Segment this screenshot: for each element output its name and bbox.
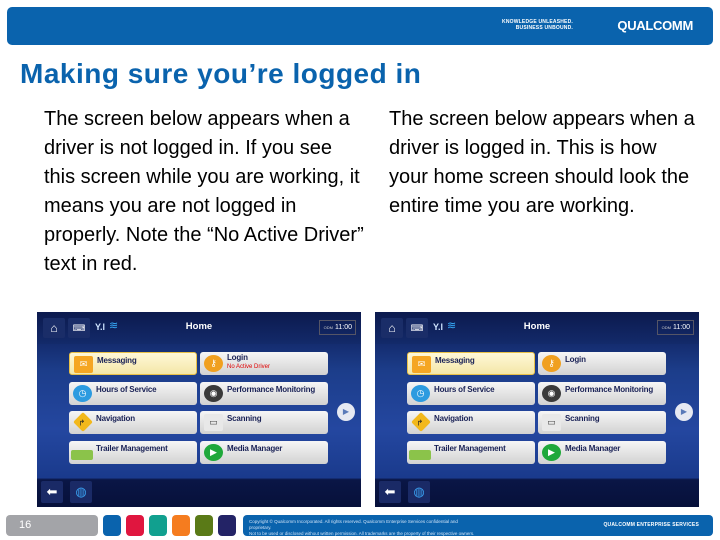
- tile-hours-of-service[interactable]: ◷ Hours of Service: [407, 382, 535, 405]
- tile-login[interactable]: ⚷ Login: [538, 352, 666, 375]
- clock-icon: ◷: [73, 385, 92, 402]
- clock-icon: ◷: [411, 385, 430, 402]
- clock: ODM 11:00: [319, 320, 356, 335]
- screen-title: Home: [523, 321, 551, 332]
- envelope-icon: ✉: [74, 356, 93, 373]
- tile-label: Navigation: [434, 414, 473, 423]
- bottom-bar: ⬅ ◍: [375, 475, 699, 507]
- tile-label: Media Manager: [227, 444, 283, 453]
- no-active-driver-status: No Active Driver: [227, 364, 271, 370]
- tile-hours-of-service[interactable]: ◷ Hours of Service: [69, 382, 197, 405]
- tile-trailer-management[interactable]: Trailer Management: [407, 441, 535, 464]
- tile-label: Navigation: [96, 414, 135, 423]
- qualcomm-logo: QUALCOMM: [617, 18, 693, 33]
- home-screen-logged-in: ⌂ ⌨ Y.l ≋ Home ODM 11:00 ✉ Messaging ⚷ Lo…: [375, 312, 699, 507]
- gauge-icon: ◉: [542, 385, 561, 402]
- tile-label: Scanning: [227, 414, 262, 423]
- color-swatch: [218, 515, 236, 536]
- copyright-line-2: Not to be used or disclosed without writ…: [249, 531, 475, 536]
- tile-label: Hours of Service: [96, 385, 157, 394]
- screen-title: Home: [185, 321, 213, 332]
- tile-scanning[interactable]: ▭ Scanning: [538, 411, 666, 434]
- trailer-icon: [409, 450, 431, 460]
- tile-navigation[interactable]: ↱ Navigation: [69, 411, 197, 434]
- next-page-icon[interactable]: ▶: [675, 403, 693, 421]
- clock-time: 11:00: [673, 324, 690, 331]
- clock-prefix: ODM: [323, 325, 333, 330]
- tile-media-manager[interactable]: ▶ Media Manager: [538, 441, 666, 464]
- envelope-icon: ✉: [412, 356, 431, 373]
- globe-icon[interactable]: ◍: [408, 481, 430, 503]
- tile-label: Performance Monitoring: [565, 385, 654, 394]
- status-bar: ⌂ ⌨ Y.l ≋ Home ODM 11:00: [375, 312, 699, 344]
- tile-messaging[interactable]: ✉ Messaging: [407, 352, 535, 375]
- color-swatch: [195, 515, 213, 536]
- color-swatch: [126, 515, 144, 536]
- clock-prefix: ODM: [661, 325, 671, 330]
- color-swatch: [149, 515, 167, 536]
- next-page-icon[interactable]: ▶: [337, 403, 355, 421]
- bottom-bar: ⬅ ◍: [37, 475, 361, 507]
- footer-brand: QUALCOMM ENTERPRISE SERVICES: [603, 522, 699, 528]
- tagline-line-2: BUSINESS UNBOUND.: [515, 25, 573, 31]
- page-number: 16: [6, 515, 98, 536]
- copyright-notice: Copyright © Qualcomm Incorporated. All r…: [249, 519, 479, 537]
- tile-scanning[interactable]: ▭ Scanning: [200, 411, 328, 434]
- tile-label: Login: [565, 355, 586, 364]
- trailer-icon: [71, 450, 93, 460]
- navigation-sign-icon: ↱: [73, 412, 93, 432]
- key-icon: ⚷: [204, 355, 223, 372]
- left-description: The screen below appears when a driver i…: [44, 108, 364, 275]
- tile-label: Performance Monitoring: [227, 385, 316, 394]
- copyright-line-1: Copyright © Qualcomm Incorporated. All r…: [249, 519, 458, 530]
- footer-bar: Copyright © Qualcomm Incorporated. All r…: [243, 515, 713, 536]
- tile-media-manager[interactable]: ▶ Media Manager: [200, 441, 328, 464]
- color-swatch: [172, 515, 190, 536]
- key-icon: ⚷: [542, 355, 561, 372]
- globe-icon[interactable]: ◍: [70, 481, 92, 503]
- clock: ODM 11:00: [657, 320, 694, 335]
- tile-label: Hours of Service: [434, 385, 495, 394]
- tile-navigation[interactable]: ↱ Navigation: [407, 411, 535, 434]
- status-bar: ⌂ ⌨ Y.l ≋ Home ODM 11:00: [37, 312, 361, 344]
- play-icon: ▶: [542, 444, 561, 461]
- tile-label: Messaging: [435, 356, 475, 365]
- color-swatch: [103, 515, 121, 536]
- home-screen-not-logged-in: ⌂ ⌨ Y.l ≋ Home ODM 11:00 ✉ Messaging ⚷ Lo…: [37, 312, 361, 507]
- tile-performance-monitoring[interactable]: ◉ Performance Monitoring: [538, 382, 666, 405]
- tile-label: Messaging: [97, 356, 137, 365]
- tile-label: Scanning: [565, 414, 600, 423]
- right-description: The screen below appears when a driver i…: [389, 108, 695, 217]
- tagline: KNOWLEDGE UNLEASHED. BUSINESS UNBOUND.: [502, 19, 573, 31]
- tile-trailer-management[interactable]: Trailer Management: [69, 441, 197, 464]
- printer-icon: ▭: [204, 414, 223, 431]
- play-icon: ▶: [204, 444, 223, 461]
- tile-label: Media Manager: [565, 444, 621, 453]
- tile-label: Trailer Management: [96, 444, 168, 453]
- back-arrow-icon[interactable]: ⬅: [379, 481, 401, 503]
- clock-time: 11:00: [335, 324, 352, 331]
- gauge-icon: ◉: [204, 385, 223, 402]
- tile-label: Login: [227, 353, 248, 362]
- printer-icon: ▭: [542, 414, 561, 431]
- tile-messaging[interactable]: ✉ Messaging: [69, 352, 197, 375]
- navigation-sign-icon: ↱: [411, 412, 431, 432]
- page-title: Making sure you’re logged in: [20, 58, 422, 89]
- tile-performance-monitoring[interactable]: ◉ Performance Monitoring: [200, 382, 328, 405]
- back-arrow-icon[interactable]: ⬅: [41, 481, 63, 503]
- tile-login[interactable]: ⚷ Login No Active Driver: [200, 352, 328, 375]
- header-bar: KNOWLEDGE UNLEASHED. BUSINESS UNBOUND. Q…: [7, 7, 713, 45]
- tile-label: Trailer Management: [434, 444, 506, 453]
